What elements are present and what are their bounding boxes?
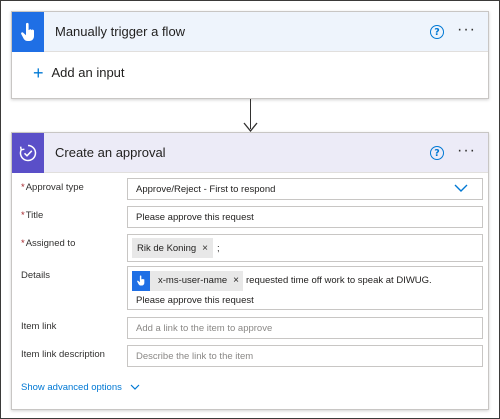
approval-header[interactable]: Create an approval ? ··· — [12, 132, 488, 173]
approval-type-label: *Approval type — [21, 182, 84, 193]
show-advanced-options-link[interactable]: Show advanced options — [21, 382, 140, 393]
add-input-button[interactable]: + Add an input — [33, 62, 125, 83]
details-row: Details x-ms-user-name × requested time … — [21, 266, 483, 310]
item-link-label: Item link — [21, 321, 57, 332]
show-advanced-label: Show advanced options — [21, 382, 122, 393]
arrow-down-icon — [243, 122, 258, 132]
assigned-to-separator: ; — [217, 242, 220, 254]
dynamic-content-token[interactable]: x-ms-user-name × — [132, 270, 243, 291]
approval-type-value: Approve/Reject - First to respond — [136, 183, 276, 195]
assigned-to-label: *Assigned to — [21, 238, 76, 249]
title-field[interactable]: Please approve this request — [127, 206, 483, 228]
details-field[interactable]: x-ms-user-name × requested time off work… — [127, 266, 483, 310]
trigger-header[interactable]: Manually trigger a flow ? ··· — [12, 11, 488, 52]
chevron-down-icon — [454, 184, 468, 192]
assigned-to-field[interactable]: Rik de Koning × ; — [127, 234, 483, 262]
approval-type-dropdown[interactable]: Approve/Reject - First to respond — [127, 178, 483, 200]
user-token-label: Rik de Koning — [137, 242, 197, 254]
approval-check-icon — [12, 132, 44, 173]
plus-icon: + — [33, 62, 44, 83]
title-value: Please approve this request — [136, 211, 254, 223]
item-link-description-placeholder: Describe the link to the item — [136, 350, 254, 362]
approval-title: Create an approval — [55, 145, 166, 160]
chevron-down-icon — [130, 384, 140, 390]
item-link-input[interactable]: Add a link to the item to approve — [127, 317, 483, 339]
more-options-icon[interactable]: ··· — [457, 143, 476, 159]
dynamic-token-label: x-ms-user-name — [158, 275, 228, 286]
item-link-description-input[interactable]: Describe the link to the item — [127, 345, 483, 367]
trigger-card[interactable]: Manually trigger a flow ? ··· + Add an i… — [11, 11, 489, 99]
add-input-label: Add an input — [51, 65, 125, 80]
help-icon[interactable]: ? — [430, 25, 444, 39]
user-token[interactable]: Rik de Koning × — [132, 238, 213, 258]
remove-token-icon[interactable]: × — [233, 275, 239, 286]
details-line1: requested time off work to speak at DIWU… — [246, 275, 432, 286]
help-icon[interactable]: ? — [430, 146, 444, 160]
hand-touch-icon — [12, 11, 44, 52]
trigger-title: Manually trigger a flow — [55, 24, 186, 39]
approval-type-row: *Approval type Approve/Reject - First to… — [21, 178, 483, 200]
details-label: Details — [21, 270, 51, 281]
required-marker: * — [21, 182, 25, 193]
item-link-row: Item link Add a link to the item to appr… — [21, 317, 483, 339]
assigned-to-row: *Assigned to Rik de Koning × ; — [21, 234, 483, 262]
hand-touch-icon — [132, 270, 150, 291]
title-label: *Title — [21, 210, 44, 221]
details-line2: Please approve this request — [136, 294, 254, 306]
remove-token-icon[interactable]: × — [202, 243, 208, 254]
more-options-icon[interactable]: ··· — [457, 22, 476, 38]
item-link-placeholder: Add a link to the item to approve — [136, 322, 273, 334]
approval-card[interactable]: Create an approval ? ··· *Approval type … — [11, 132, 489, 410]
item-link-description-label: Item link description — [21, 349, 105, 360]
title-row: *Title Please approve this request — [21, 206, 483, 228]
item-link-description-row: Item link description Describe the link … — [21, 345, 483, 367]
